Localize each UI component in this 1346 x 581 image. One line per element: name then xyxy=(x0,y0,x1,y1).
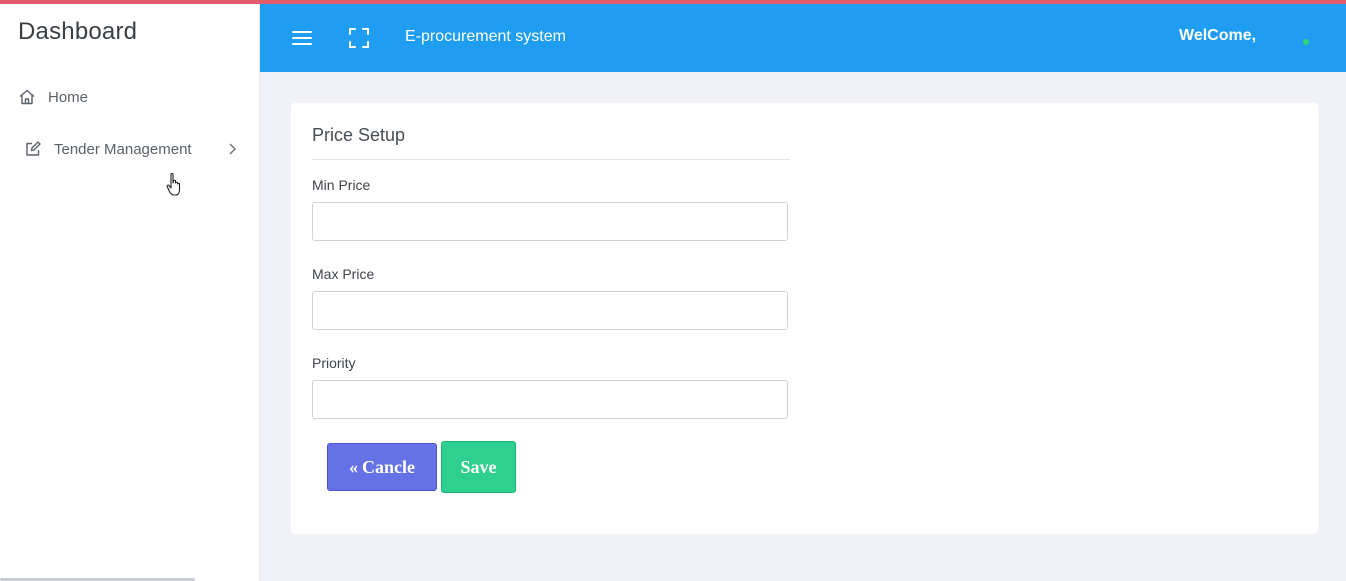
sidebar-item-label: Home xyxy=(48,88,89,106)
max-price-input[interactable] xyxy=(312,291,788,330)
double-chevron-left-icon: « xyxy=(349,456,358,477)
save-button[interactable]: Save xyxy=(441,441,516,493)
price-setup-card: Price Setup Min Price Max Price Priority… xyxy=(291,103,1318,534)
min-price-input[interactable] xyxy=(312,202,788,241)
priority-label: Priority xyxy=(312,355,356,371)
home-icon xyxy=(18,88,36,106)
max-price-label: Max Price xyxy=(312,266,375,282)
cancel-button-label: Cancle xyxy=(362,456,415,477)
sidebar-item-tender-management[interactable]: Tender Management xyxy=(24,140,244,158)
app-title: E-procurement system xyxy=(405,28,566,45)
page-title: Price Setup xyxy=(312,125,406,145)
top-navbar: E-procurement system WelCome, xyxy=(260,4,1346,72)
title-divider xyxy=(312,159,790,160)
sidebar-item-home[interactable]: Home xyxy=(18,88,88,106)
edit-icon xyxy=(24,140,42,158)
welcome-text: WelCome, xyxy=(1179,27,1257,44)
cancel-button[interactable]: « Cancle xyxy=(327,443,437,491)
chevron-right-icon[interactable] xyxy=(226,141,238,157)
menu-icon[interactable] xyxy=(291,27,313,49)
hand-cursor-icon xyxy=(166,172,186,198)
priority-input[interactable] xyxy=(312,380,788,419)
online-status-dot xyxy=(1303,39,1309,45)
min-price-label: Min Price xyxy=(312,177,371,193)
fullscreen-icon[interactable] xyxy=(348,27,370,49)
sidebar-item-label: Tender Management xyxy=(54,140,192,158)
sidebar: Dashboard Home Tender Management xyxy=(0,4,260,581)
sidebar-brand[interactable]: Dashboard xyxy=(18,18,137,46)
